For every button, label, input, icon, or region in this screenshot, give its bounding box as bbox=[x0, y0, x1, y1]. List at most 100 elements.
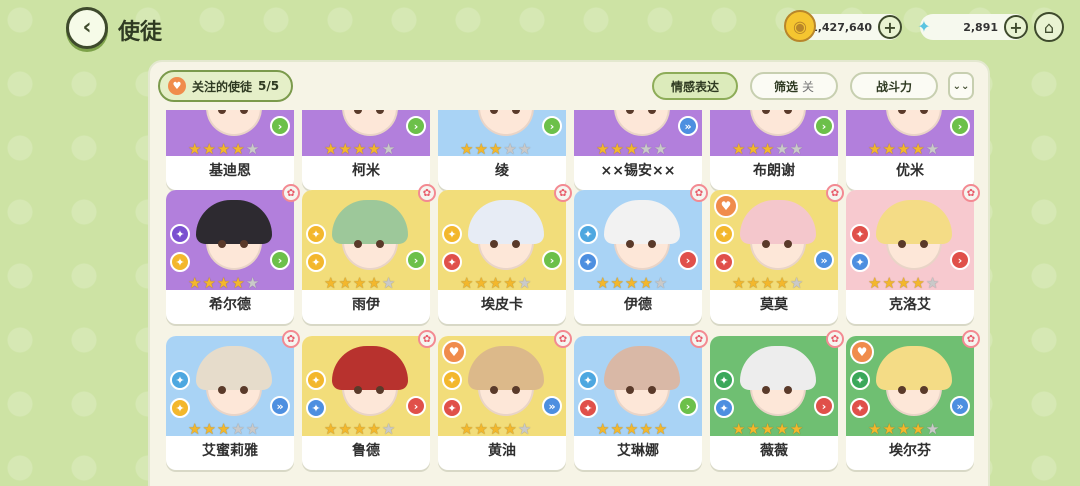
star-icon: ★ bbox=[367, 274, 381, 292]
class-badge-icon: ✦ bbox=[714, 224, 734, 244]
followed-characters-button[interactable]: ♥ 关注的使徒 5/5 bbox=[158, 70, 294, 102]
star-rating: ★ ★ ★ ★ ★ bbox=[596, 276, 667, 291]
class-badge-icon: ✦ bbox=[306, 398, 326, 418]
star-icon: ★ bbox=[231, 140, 245, 158]
class-badge-icon: ✦ bbox=[850, 224, 870, 244]
character-grid[interactable]: ✦›★★★★★基迪恩✦›★★★★★柯米✦›★★★★★绫✦»★★★★★××锡安××… bbox=[150, 110, 988, 486]
star-icon: ★ bbox=[775, 140, 789, 158]
butterfly-icon: ✦ bbox=[917, 16, 931, 36]
character-hair bbox=[332, 346, 408, 390]
star-icon: ★ bbox=[911, 140, 925, 158]
star-rating: ★ ★ ★ ★ ★ bbox=[324, 276, 395, 291]
character-card[interactable]: ✦ ✦ › ★ ★ ★ ★ ★ 伊德 bbox=[574, 190, 702, 324]
star-icon: ★ bbox=[245, 274, 260, 292]
character-card[interactable]: ✦›★★★★★优米 bbox=[846, 110, 974, 190]
filter-label: 筛选 bbox=[773, 79, 798, 94]
collapse-button[interactable]: ⌄⌄ bbox=[948, 72, 974, 100]
star-icon: ★ bbox=[381, 274, 396, 292]
character-card[interactable]: ✦ ✦ › ★ ★ ★ ★ ★ 薇薇 bbox=[710, 336, 838, 470]
character-name: 基迪恩 bbox=[209, 163, 251, 179]
star-rating: ★ ★ ★ ★ ★ bbox=[732, 142, 803, 157]
class-badge-icon: ✦ bbox=[578, 398, 598, 418]
class-badge-icon: ✦ bbox=[578, 252, 598, 272]
class-badge-icon: ✦ bbox=[170, 224, 190, 244]
upgrade-arrow-icon: » bbox=[678, 116, 698, 136]
favorite-heart-icon: ♥ bbox=[714, 194, 738, 218]
character-card[interactable]: ✦ ✦ › ★ ★ ★ ★ ★ 克洛艾 bbox=[846, 190, 974, 324]
star-icon: ★ bbox=[746, 420, 760, 438]
star-icon: ★ bbox=[202, 420, 216, 438]
class-badge-icon: ✦ bbox=[306, 370, 326, 390]
character-hair bbox=[468, 200, 544, 244]
character-eye bbox=[626, 240, 634, 248]
character-card[interactable]: ✦›★★★★★绫 bbox=[438, 110, 566, 190]
follow-count: 5/5 bbox=[258, 79, 280, 93]
back-button[interactable]: ‹ bbox=[66, 7, 108, 49]
favorite-heart-icon: ♥ bbox=[850, 340, 874, 364]
character-eye bbox=[490, 240, 498, 248]
upgrade-arrow-icon: › bbox=[542, 116, 562, 136]
character-card[interactable]: ✦ ✦» ♥ ★ ★ ★ ★ ★ 埃尔芬 bbox=[846, 336, 974, 470]
star-icon: ★ bbox=[610, 420, 624, 438]
star-rating: ★ ★ ★ ★ ★ bbox=[596, 422, 667, 437]
character-card[interactable]: ✦ ✦ › ★ ★ ★ ★ ★ 希尔德 bbox=[166, 190, 294, 324]
character-card[interactable]: ✦›★★★★★基迪恩 bbox=[166, 110, 294, 190]
star-icon: ★ bbox=[789, 420, 804, 438]
home-button[interactable]: ⌂ bbox=[1034, 12, 1064, 42]
character-name: 绫 bbox=[495, 163, 509, 179]
character-card[interactable]: ✦›★★★★★柯米 bbox=[302, 110, 430, 190]
character-name: 伊德 bbox=[624, 297, 652, 313]
star-icon: ★ bbox=[202, 274, 216, 292]
character-card[interactable]: ✦›★★★★★布朗谢 bbox=[710, 110, 838, 190]
character-card[interactable]: ✦»★★★★★××锡安×× bbox=[574, 110, 702, 190]
star-icon: ★ bbox=[868, 420, 882, 438]
character-face bbox=[614, 110, 670, 136]
filter-button[interactable]: 筛选 关 bbox=[750, 72, 838, 100]
character-card[interactable]: ✦ ✦ › ★ ★ ★ ★ ★ 鲁德 bbox=[302, 336, 430, 470]
character-card[interactable]: ✦ ✦» ★ ★ ★ ★ ★ 艾蜜莉雅 bbox=[166, 336, 294, 470]
star-icon: ★ bbox=[760, 140, 775, 158]
star-icon: ★ bbox=[610, 274, 624, 292]
class-badge-icon: ✦ bbox=[442, 398, 462, 418]
upgrade-arrow-icon: » bbox=[542, 396, 562, 416]
star-icon: ★ bbox=[460, 420, 474, 438]
back-arrow-icon: ‹ bbox=[82, 15, 92, 40]
star-rating: ★ ★ ★ ★ ★ bbox=[188, 422, 259, 437]
class-badge-icon: ✦ bbox=[714, 252, 734, 272]
character-face bbox=[886, 110, 942, 136]
star-icon: ★ bbox=[474, 420, 488, 438]
class-badge-icon: ✦ bbox=[850, 370, 870, 390]
follow-label: 关注的使徒 bbox=[192, 79, 253, 94]
character-name: 埃皮卡 bbox=[481, 297, 523, 313]
star-icon: ★ bbox=[324, 420, 338, 438]
upgrade-arrow-icon: › bbox=[406, 396, 426, 416]
power-sort-button[interactable]: 战斗力 bbox=[850, 72, 938, 100]
star-icon: ★ bbox=[596, 420, 610, 438]
class-badge-icon: ✦ bbox=[170, 252, 190, 272]
character-card[interactable]: ✦ ✦» ♥ ★ ★ ★ ★ ★ 莫莫 bbox=[710, 190, 838, 324]
star-icon: ★ bbox=[474, 274, 488, 292]
character-hair bbox=[332, 200, 408, 244]
character-card[interactable]: ✦ ✦ › ★ ★ ★ ★ ★ 雨伊 bbox=[302, 190, 430, 324]
emotion-button[interactable]: 情感表达 bbox=[652, 72, 738, 100]
add-gold-button[interactable]: + bbox=[878, 15, 902, 39]
character-card[interactable]: ✦ ✦ › ★ ★ ★ ★ ★ 艾琳娜 bbox=[574, 336, 702, 470]
flower-icon: ✿ bbox=[962, 184, 980, 202]
upgrade-arrow-icon: › bbox=[814, 396, 834, 416]
star-icon: ★ bbox=[868, 274, 882, 292]
star-icon: ★ bbox=[517, 420, 532, 438]
star-icon: ★ bbox=[216, 274, 231, 292]
star-icon: ★ bbox=[381, 140, 396, 158]
star-icon: ★ bbox=[381, 420, 396, 438]
character-face bbox=[342, 110, 398, 136]
star-icon: ★ bbox=[596, 140, 610, 158]
page-title: 使徒 bbox=[118, 20, 163, 45]
star-icon: ★ bbox=[789, 140, 804, 158]
character-card[interactable]: ✦ ✦ › ★ ★ ★ ★ ★ 埃皮卡 bbox=[438, 190, 566, 324]
class-badge-icon: ✦ bbox=[850, 252, 870, 272]
add-crystal-button[interactable]: + bbox=[1004, 15, 1028, 39]
character-name: 优米 bbox=[896, 163, 924, 179]
star-icon: ★ bbox=[882, 140, 896, 158]
star-icon: ★ bbox=[746, 140, 760, 158]
character-card[interactable]: ✦ ✦» ♥ ★ ★ ★ ★ ★ 黄油 bbox=[438, 336, 566, 470]
